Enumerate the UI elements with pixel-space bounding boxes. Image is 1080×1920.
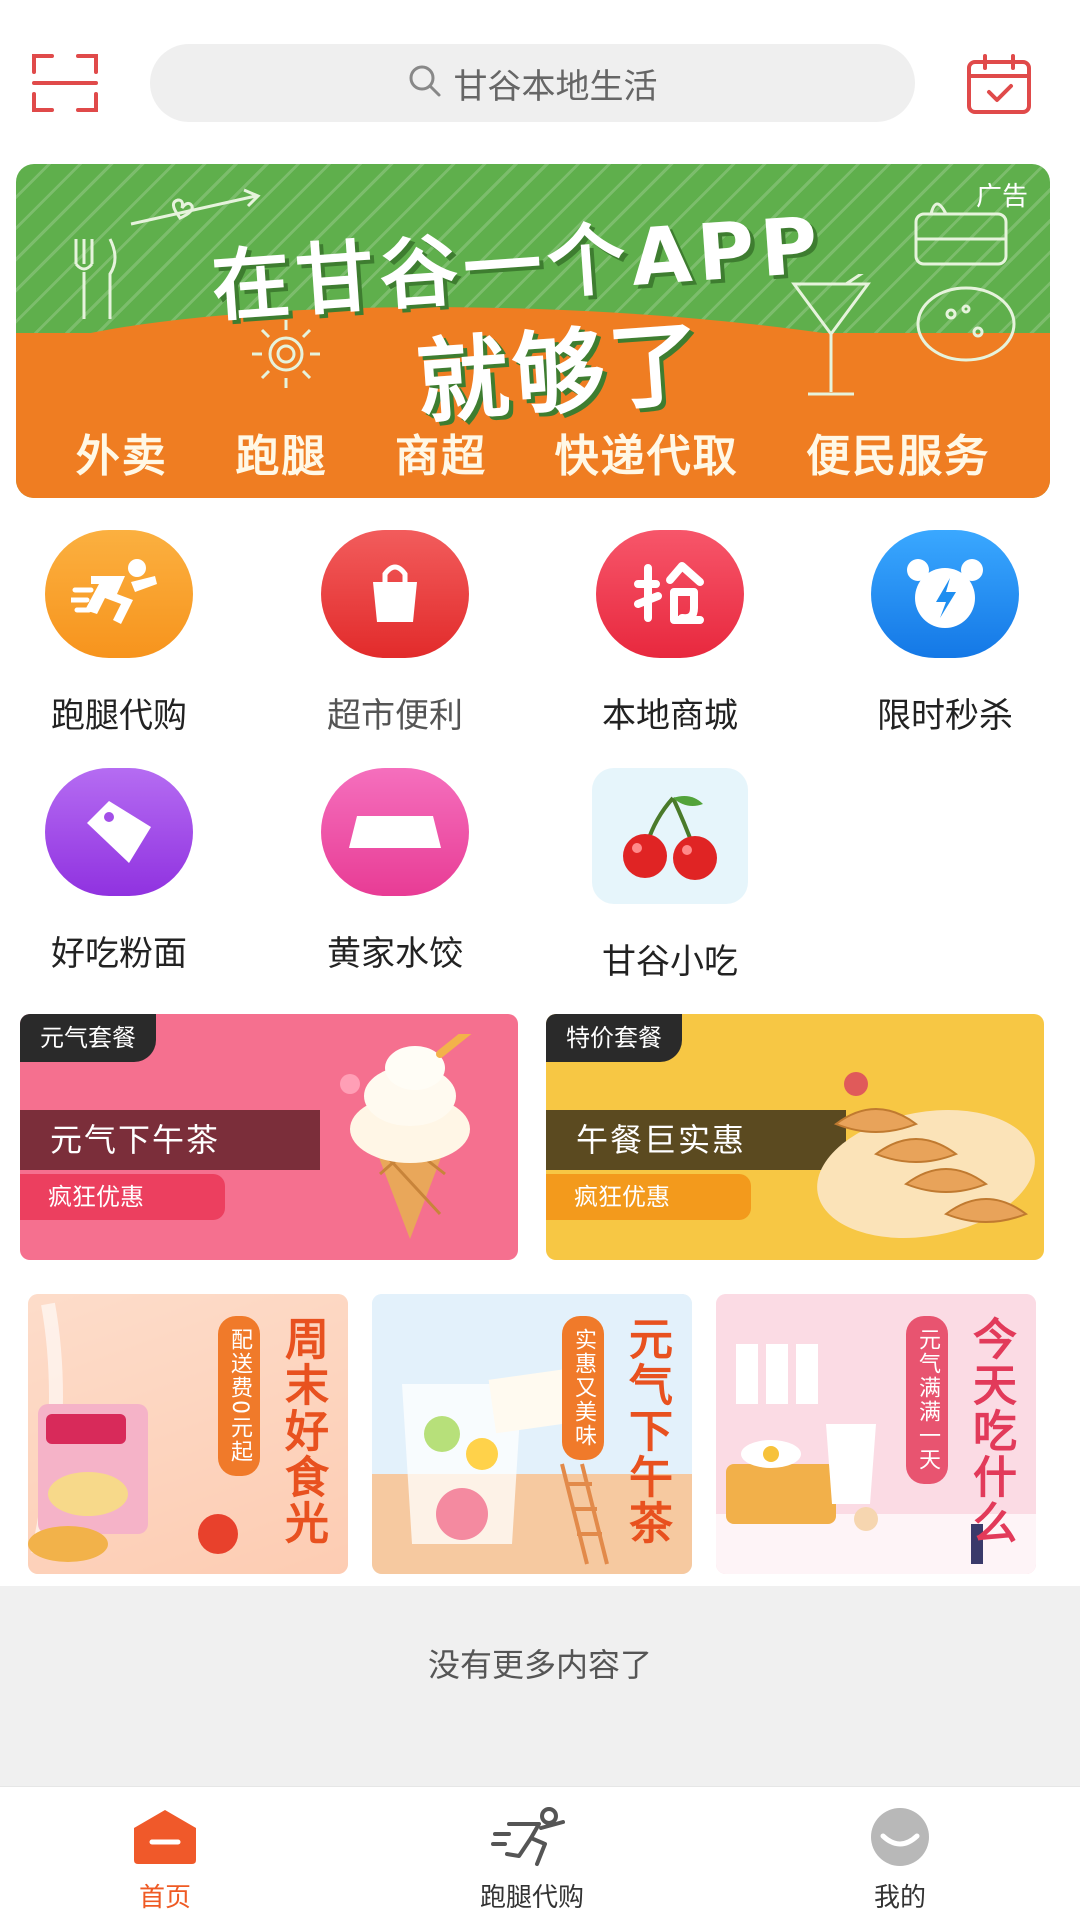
dumpling-icon <box>321 768 469 896</box>
category-label: 超市便利 <box>327 696 463 736</box>
nav-errand[interactable]: 跑腿代购 <box>432 1805 632 1914</box>
category-noodles[interactable]: 好吃粉面 <box>4 768 234 974</box>
promo-tag: 特价套餐 <box>546 1014 682 1062</box>
scan-icon[interactable] <box>30 52 100 114</box>
calendar-check-icon[interactable] <box>965 52 1033 116</box>
header: 甘谷本地生活 <box>0 0 1080 160</box>
end-of-list-text: 没有更多内容了 <box>427 1646 652 1684</box>
grab-char-icon <box>596 530 744 658</box>
promo-subtitle: 疯狂优惠 <box>546 1174 751 1220</box>
bottom-nav: 首页 跑腿代购 我的 <box>0 1786 1080 1920</box>
banner-headline-sub: 就够了 <box>413 310 708 437</box>
feature-card-weekend[interactable]: 周末好食光 配送费0元起 <box>28 1294 348 1574</box>
banner-service: 商超 <box>394 431 487 482</box>
feature-badge: 配送费0元起 <box>218 1316 260 1476</box>
nav-label: 首页 <box>138 1883 191 1913</box>
banner-service: 外卖 <box>75 431 168 482</box>
nav-home[interactable]: 首页 <box>65 1805 265 1914</box>
cherry-icon <box>592 768 748 904</box>
category-flash-sale[interactable]: 限时秒杀 <box>830 530 1060 736</box>
category-snacks[interactable]: 甘谷小吃 <box>555 768 785 982</box>
category-label: 黄家水饺 <box>327 934 463 974</box>
shopping-bag-icon <box>321 530 469 658</box>
running-man-icon <box>45 530 193 658</box>
promo-title: 元气下午茶 <box>20 1110 320 1170</box>
category-supermarket[interactable]: 超市便利 <box>280 530 510 736</box>
nav-profile[interactable]: 我的 <box>800 1805 1000 1914</box>
category-errand[interactable]: 跑腿代购 <box>4 530 234 736</box>
feature-title: 元气下午茶 <box>621 1316 672 1546</box>
banner-service: 跑腿 <box>235 431 328 482</box>
banner-service: 快递代取 <box>554 431 739 482</box>
nav-label: 我的 <box>873 1883 926 1913</box>
category-label: 限时秒杀 <box>877 696 1013 736</box>
nav-label: 跑腿代购 <box>479 1883 584 1913</box>
dumplings-plate-icon <box>817 1072 1035 1238</box>
category-label: 跑腿代购 <box>51 696 187 736</box>
feature-badge: 实惠又美味 <box>562 1316 604 1460</box>
profile-icon <box>800 1805 1000 1869</box>
feature-card-what-to-eat[interactable]: 今天吃什么 元气满满一天 <box>716 1294 1036 1574</box>
category-dumplings[interactable]: 黄家水饺 <box>280 768 510 974</box>
feature-card-afternoon-tea[interactable]: 元气下午茶 实惠又美味 <box>372 1294 692 1574</box>
search-placeholder: 甘谷本地生活 <box>453 66 658 107</box>
promo-card-afternoon-tea[interactable]: 元气套餐 元气下午茶 疯狂优惠 <box>20 1014 518 1260</box>
banner-services: 外卖 跑腿 商超 快递代取 便民服务 <box>16 420 1050 484</box>
promo-subtitle: 疯狂优惠 <box>20 1174 225 1220</box>
feature-badge: 元气满满一天 <box>906 1316 948 1484</box>
end-of-list: 没有更多内容了 <box>0 1586 1080 1786</box>
category-label: 本地商城 <box>602 696 738 736</box>
search-bar[interactable]: 甘谷本地生活 <box>150 44 915 122</box>
category-local-mall[interactable]: 本地商城 <box>555 530 785 736</box>
promo-card-lunch[interactable]: 特价套餐 午餐巨实惠 疯狂优惠 <box>546 1014 1044 1260</box>
alarm-clock-icon <box>871 530 1019 658</box>
home-icon <box>65 1805 265 1869</box>
feature-title: 周末好食光 <box>277 1316 328 1546</box>
promo-banner[interactable]: 广告 在甘谷一个APP 就够了 外卖 跑腿 商超 快递代取 便民服务 <box>16 164 1050 498</box>
ice-cream-icon <box>340 1034 472 1239</box>
runner-icon <box>432 1805 632 1869</box>
category-label: 好吃粉面 <box>51 934 187 974</box>
feature-title: 今天吃什么 <box>965 1316 1016 1546</box>
fork-knife-icon <box>74 238 117 319</box>
ad-label: 广告 <box>975 182 1028 212</box>
promo-tag: 元气套餐 <box>20 1014 156 1062</box>
banner-service: 便民服务 <box>806 431 991 482</box>
tag-icon <box>45 768 193 896</box>
search-icon <box>408 64 442 102</box>
category-label: 甘谷小吃 <box>602 942 738 982</box>
